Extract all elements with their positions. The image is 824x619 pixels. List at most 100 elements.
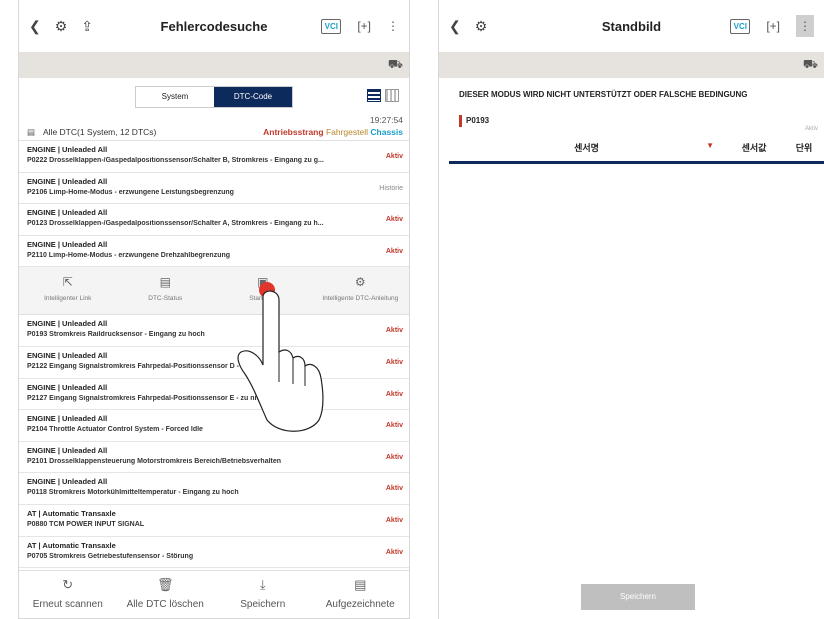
dtc-search-screen: ❮ ⚙ ⇪ Fehlercodesuche VCI [+] ⋮ ⛟ System… — [18, 0, 410, 619]
recorded-button[interactable]: ▤ Aufgezeichnete — [312, 571, 410, 618]
dtc-code: P0193 — [466, 116, 490, 125]
dtc-status-badge: Aktiv — [385, 390, 403, 398]
vehicle-info-bar-right: ⛟ — [439, 52, 824, 78]
smart-dtc-guide-action[interactable]: ⚙ Intelligente DTC-Anleitung — [312, 267, 410, 314]
dtc-row[interactable]: ENGINE | Unleaded All P0118 Stromkreis Mo… — [19, 473, 409, 505]
dtc-description: P2106 Limp-Home-Modus - erzwungene Leist… — [27, 188, 234, 196]
freeze-frame-action[interactable]: ▣ Standbild — [214, 267, 312, 314]
save-button-right[interactable]: Speichern — [581, 584, 695, 610]
dtc-status-badge: Aktiv — [385, 548, 403, 556]
vci-status-icon[interactable]: VCI — [321, 18, 342, 34]
screenshot-icon[interactable]: [+] — [766, 19, 780, 33]
view-toggle: System DTC-Code — [135, 86, 293, 108]
active-marker — [459, 115, 462, 127]
dtc-row[interactable]: ENGINE | Unleaded All P0123 Drosselklappe… — [19, 204, 409, 236]
dtc-status-badge: Aktiv — [385, 153, 403, 160]
dtc-status-badge: Aktiv — [385, 453, 403, 461]
car-icon[interactable]: ⛟ — [388, 57, 403, 73]
dtc-system: ENGINE | Unleaded All — [27, 176, 108, 186]
dtc-description: P2127 Eingang Signalstromkreis Fahrpedal… — [27, 394, 274, 402]
dtc-description: P0222 Drosselklappen-/Gaspedalpositionss… — [27, 157, 324, 164]
dtc-system: ENGINE | Unleaded All — [27, 414, 108, 424]
category-powertrain[interactable]: Antriebsstrang — [263, 127, 323, 137]
dtc-row[interactable]: ENGINE | Unleaded All P2104 Throttle Actu… — [19, 410, 409, 442]
back-icon[interactable]: ❮ — [449, 18, 461, 35]
dtc-system: ENGINE | Unleaded All — [27, 239, 108, 249]
list-view-icon[interactable] — [367, 89, 381, 102]
download-icon: ⤓ — [259, 577, 266, 592]
screenshot-icon[interactable]: [+] — [357, 19, 371, 33]
vehicle-info-bar: ⛟ — [19, 52, 409, 78]
dtc-summary: 19:27:54 ▤ Alle DTC(1 System, 12 DTCs) A… — [19, 113, 409, 141]
smart-link-action[interactable]: ⇱ Intelligenter Link — [19, 267, 117, 314]
dtc-system: ENGINE | Unleaded All — [27, 319, 108, 329]
car-icon[interactable]: ⛟ — [803, 57, 818, 73]
dtc-description: P0880 TCM POWER INPUT SIGNAL — [27, 520, 145, 528]
column-sensor-name[interactable]: 센서명 ▼ — [449, 141, 724, 154]
dtc-description: P2122 Eingang Signalstromkreis Fahrpedal… — [27, 362, 275, 370]
more-icon[interactable]: ⋮ — [796, 15, 814, 37]
selected-dtc: P0193 Aktiv — [439, 108, 824, 134]
dtc-status-badge: Historie — [379, 184, 403, 192]
top-bar: ❮ ⚙ ⇪ Fehlercodesuche VCI [+] ⋮ — [19, 0, 409, 52]
dtc-row[interactable]: ENGINE | Unleaded All P2110 Limp-Home-Mod… — [19, 236, 409, 268]
dtc-system: ENGINE | Unleaded All — [27, 382, 108, 392]
vehicle-icon[interactable]: ⚙ — [475, 18, 488, 35]
dtc-row[interactable]: ENGINE | Unleaded All P2127 Eingang Signa… — [19, 379, 409, 411]
sort-arrow-icon[interactable]: ▼ — [706, 141, 714, 150]
dtc-description: P2104 Throttle Actuator Control System -… — [27, 426, 203, 434]
dtc-description: P0118 Stromkreis Motorkühlmitteltemperat… — [27, 489, 239, 497]
tab-dtc-code[interactable]: DTC-Code — [214, 87, 292, 107]
dtc-row[interactable]: ENGINE | Unleaded All P2101 Drosselklappe… — [19, 442, 409, 474]
freeze-frame-icon: ▣ — [257, 275, 269, 290]
dtc-row[interactable]: ENGINE | Unleaded All P2106 Limp-Home-Mod… — [19, 173, 409, 205]
column-sensor-value[interactable]: 센서값 — [724, 141, 784, 154]
rescan-button[interactable]: ↻ Erneut scannen — [19, 571, 117, 618]
freeze-frame-screen: ❮ ⚙ Standbild VCI [+] ⋮ ⛟ DIESER MODUS W… — [438, 0, 824, 619]
category-filters: Antriebsstrang Fahrgestell Chassis — [263, 127, 403, 137]
recorded-icon: ▤ — [354, 577, 367, 592]
dtc-row[interactable]: ENGINE | Unleaded All P0222 Drosselklappe… — [19, 141, 409, 173]
more-icon[interactable]: ⋮ — [387, 19, 399, 33]
vehicle-icon[interactable]: ⚙ — [55, 18, 68, 35]
dtc-system: ENGINE | Unleaded All — [27, 477, 108, 487]
dtc-status-action[interactable]: ▤ DTC-Status — [117, 267, 215, 314]
dtc-row[interactable]: ENGINE | Unleaded All P0193 Stromkreis Ra… — [19, 315, 409, 347]
tab-system[interactable]: System — [136, 87, 214, 107]
dtc-row[interactable]: AT | Automatic Transaxle P0705 Stromkreis… — [19, 537, 409, 569]
share-icon: ⇱ — [62, 275, 73, 290]
trash-icon: 🗑 — [156, 577, 174, 592]
sensor-table-header: 센서명 ▼ 센서값 단위 — [449, 134, 824, 164]
dtc-action-bar: ⇱ Intelligenter Link ▤ DTC-Status ▣ Stan… — [19, 267, 410, 316]
category-chassis-frame[interactable]: Fahrgestell — [326, 127, 368, 137]
back-icon[interactable]: ❮ — [29, 18, 41, 35]
export-icon[interactable]: ⇪ — [81, 18, 93, 35]
dtc-status: Aktiv — [804, 126, 818, 132]
dtc-list-bottom: ENGINE | Unleaded All P0193 Stromkreis Ra… — [19, 315, 409, 569]
column-unit[interactable]: 단위 — [784, 141, 824, 154]
timestamp: 19:27:54 — [369, 115, 403, 125]
dtc-system: AT | Automatic Transaxle — [27, 508, 116, 518]
dtc-status-badge: Aktiv — [385, 516, 403, 524]
dtc-description: P0193 Stromkreis Raildrucksensor - Einga… — [27, 331, 205, 339]
top-bar-right: ❮ ⚙ Standbild VCI [+] ⋮ — [439, 0, 824, 52]
clear-all-dtc-button[interactable]: 🗑 Alle DTC löschen — [117, 571, 215, 618]
category-chassis[interactable]: Chassis — [370, 127, 403, 137]
grid-view-icon[interactable] — [385, 89, 399, 102]
dtc-status-badge: Aktiv — [385, 358, 403, 366]
filter-icon[interactable]: ▤ — [27, 127, 35, 138]
save-button[interactable]: ⤓ Speichern — [214, 571, 312, 618]
dtc-description: P0705 Stromkreis Getriebestufensensor - … — [27, 552, 194, 560]
dtc-description: P2101 Drosselklappensteuerung Motorstrom… — [27, 457, 282, 465]
dtc-list-top: ENGINE | Unleaded All P0222 Drosselklappe… — [19, 141, 409, 268]
dtc-count: Alle DTC(1 System, 12 DTCs) — [43, 127, 157, 137]
dtc-row[interactable]: ENGINE | Unleaded All P2122 Eingang Signa… — [19, 347, 409, 379]
unsupported-message: DIESER MODUS WIRD NICHT UNTERSTÜTZT ODER… — [459, 90, 748, 99]
dtc-row[interactable]: AT | Automatic Transaxle P0880 TCM POWER … — [19, 505, 409, 537]
refresh-icon: ↻ — [62, 577, 74, 592]
vci-status-icon[interactable]: VCI — [730, 18, 751, 34]
dtc-description: P0123 Drosselklappen-/Gaspedalpositionss… — [27, 220, 324, 228]
status-icon: ▤ — [159, 275, 171, 290]
bottom-nav: ↻ Erneut scannen 🗑 Alle DTC löschen ⤓ Sp… — [19, 570, 409, 618]
dtc-status-badge: Aktiv — [385, 216, 403, 224]
